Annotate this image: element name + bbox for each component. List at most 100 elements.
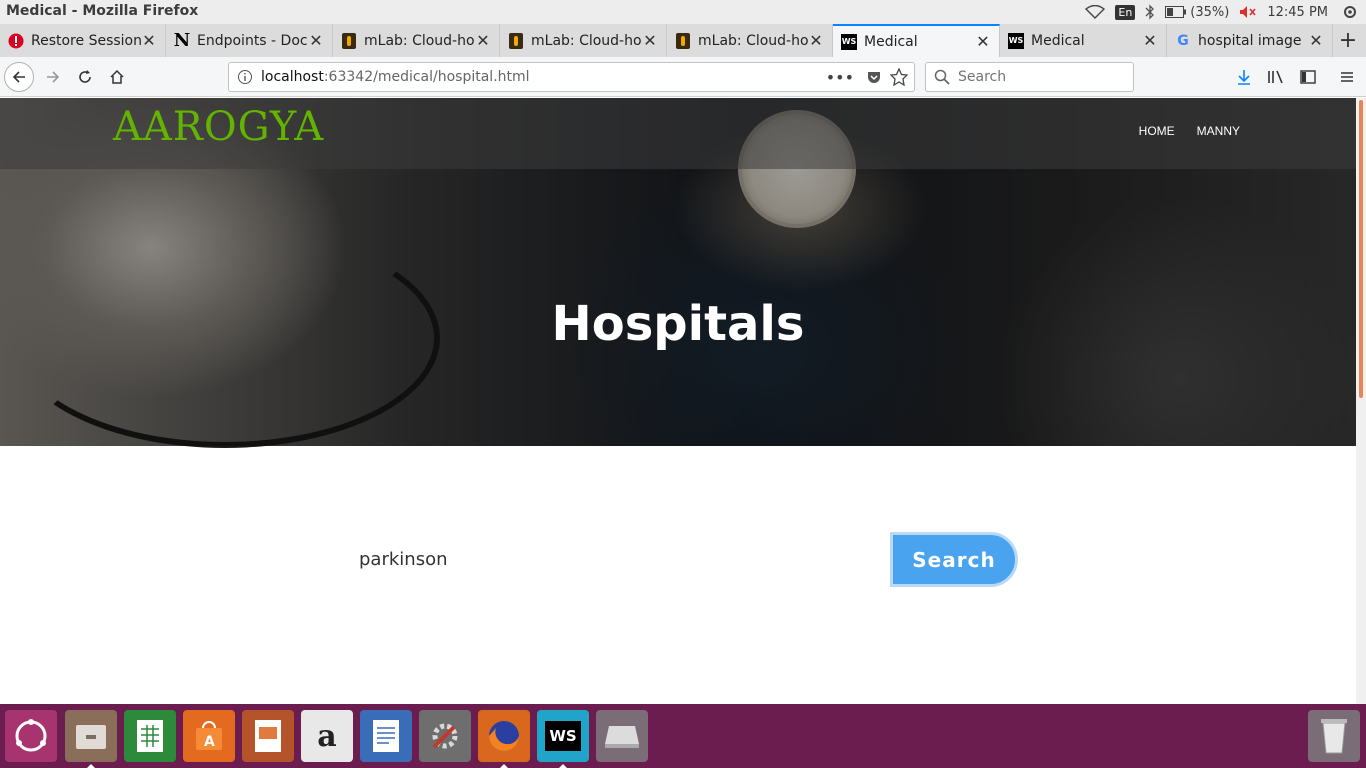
bookmark-star-icon[interactable] — [889, 67, 909, 90]
webstorm-icon: WS — [841, 33, 857, 50]
search-icon — [934, 69, 950, 85]
mlab-icon — [341, 32, 357, 49]
tab-label: mLab: Cloud-ho — [531, 32, 642, 49]
power-gear-icon[interactable] — [1342, 4, 1358, 20]
ubuntu-launcher-icon[interactable] — [5, 710, 57, 762]
back-button[interactable] — [4, 62, 34, 92]
browser-tab-strip: Restore Session ✕ N Endpoints - Doc ✕ mL… — [0, 24, 1366, 57]
tab-label: Endpoints - Doc — [197, 32, 308, 49]
home-icon — [110, 69, 124, 84]
site-logo[interactable]: AAROGYA — [113, 104, 324, 150]
download-arrow-icon — [1238, 70, 1250, 85]
close-icon[interactable]: ✕ — [1308, 31, 1324, 50]
webstorm-icon[interactable]: WS — [537, 710, 589, 768]
running-indicator — [87, 764, 95, 768]
tab-label: mLab: Cloud-ho — [364, 32, 475, 49]
downloads-button[interactable] — [1229, 62, 1259, 92]
tab-label: Restore Session — [31, 32, 141, 49]
sidebar-button[interactable] — [1293, 62, 1323, 92]
sidebar-icon — [1300, 70, 1316, 84]
disk-icon[interactable] — [596, 710, 648, 762]
trash-icon[interactable] — [1308, 710, 1360, 762]
nav-link-home[interactable]: HOME — [1139, 124, 1175, 138]
notion-n-icon: N — [173, 30, 191, 51]
search-input[interactable] — [958, 69, 1118, 85]
os-top-panel: Medical - Mozilla Firefox En (35%) 12:45… — [0, 0, 1366, 24]
amazon-icon[interactable]: a — [301, 710, 353, 762]
tab-mlab-2[interactable]: mLab: Cloud-ho ✕ — [500, 24, 667, 57]
tab-mlab-1[interactable]: mLab: Cloud-ho ✕ — [333, 24, 500, 57]
running-indicator — [559, 764, 567, 768]
files-icon[interactable] — [65, 710, 117, 768]
firefox-icon[interactable] — [478, 710, 530, 768]
volume-muted-icon[interactable] — [1239, 5, 1257, 19]
close-icon[interactable]: ✕ — [642, 31, 658, 50]
url-path: :63342/medical/hospital.html — [323, 69, 530, 85]
tab-endpoints-doc[interactable]: N Endpoints - Doc ✕ — [166, 24, 333, 57]
home-button[interactable] — [102, 62, 132, 92]
search-bar[interactable] — [925, 62, 1134, 92]
menu-button[interactable] — [1332, 62, 1362, 92]
tab-label: mLab: Cloud-ho — [698, 32, 808, 49]
forward-button[interactable] — [38, 62, 68, 92]
battery-percent: (35%) — [1190, 4, 1230, 20]
info-icon[interactable] — [237, 69, 253, 89]
close-icon[interactable]: ✕ — [1142, 31, 1158, 50]
running-indicator — [500, 764, 508, 768]
navigation-toolbar: localhost:63342/medical/hospital.html ••… — [0, 57, 1366, 97]
arrow-left-icon — [12, 71, 25, 83]
system-tray: En (35%) 12:45 PM — [1085, 0, 1366, 24]
reload-icon — [79, 70, 91, 83]
arrow-right-icon — [47, 71, 60, 83]
hospital-search-form: Search — [0, 530, 1356, 590]
tab-restore-session[interactable]: Restore Session ✕ — [0, 24, 166, 57]
software-center-icon[interactable]: A — [183, 710, 235, 762]
site-header: AAROGYA HOME MANNY — [0, 98, 1356, 169]
window-title: Medical - Mozilla Firefox — [6, 3, 199, 19]
wifi-icon[interactable] — [1085, 5, 1106, 19]
ubuntu-dock: A a WS — [0, 704, 1366, 768]
search-button[interactable]: Search — [890, 532, 1018, 587]
web-page: AAROGYA HOME MANNY Hospitals Search — [0, 98, 1356, 704]
mlab-icon — [675, 32, 691, 49]
tab-label: Medical — [864, 33, 918, 50]
settings-icon[interactable] — [419, 710, 471, 762]
new-tab-button[interactable]: + — [1336, 24, 1360, 57]
battery-icon[interactable]: (35%) — [1165, 5, 1229, 20]
hamburger-menu-icon — [1341, 72, 1353, 82]
svg-text:A: A — [204, 734, 215, 750]
google-icon: G — [1177, 32, 1189, 49]
writer-icon[interactable] — [360, 710, 412, 762]
library-button[interactable] — [1261, 62, 1291, 92]
mlab-icon — [508, 32, 524, 49]
tab-label: Medical — [1031, 32, 1085, 49]
bluetooth-icon[interactable] — [1145, 4, 1155, 20]
nav-link-manny[interactable]: MANNY — [1197, 124, 1240, 138]
hospital-search-input[interactable] — [359, 544, 859, 574]
page-actions-icon[interactable]: ••• — [826, 68, 854, 87]
page-title: Hospitals — [551, 296, 805, 352]
close-icon[interactable]: ✕ — [975, 32, 991, 51]
tab-medical-active[interactable]: WS Medical ✕ — [833, 24, 1000, 57]
close-icon[interactable]: ✕ — [475, 31, 491, 50]
keyboard-layout-indicator[interactable]: En — [1115, 4, 1136, 20]
close-icon[interactable]: ✕ — [308, 31, 324, 50]
tab-medical[interactable]: WS Medical ✕ — [1000, 24, 1167, 57]
reload-button[interactable] — [70, 62, 100, 92]
tab-hospital-image[interactable]: G hospital image ✕ — [1167, 24, 1333, 57]
warning-icon — [8, 33, 24, 49]
close-icon[interactable]: ✕ — [141, 31, 157, 50]
clock[interactable]: 12:45 PM — [1267, 5, 1328, 20]
tab-mlab-3[interactable]: mLab: Cloud-ho ✕ — [667, 24, 833, 57]
webstorm-icon: WS — [1008, 32, 1024, 49]
close-icon[interactable]: ✕ — [808, 31, 824, 50]
site-nav: HOME MANNY — [1139, 124, 1240, 138]
url-bar[interactable]: localhost:63342/medical/hospital.html ••… — [228, 62, 915, 92]
pocket-icon[interactable] — [866, 69, 882, 89]
url-host: localhost — [261, 69, 324, 85]
library-icon — [1268, 70, 1283, 84]
tab-label: hospital image — [1198, 32, 1302, 49]
scrollbar-thumb[interactable] — [1359, 100, 1363, 398]
presentation-icon[interactable] — [242, 710, 294, 762]
spreadsheet-icon[interactable] — [124, 710, 176, 762]
